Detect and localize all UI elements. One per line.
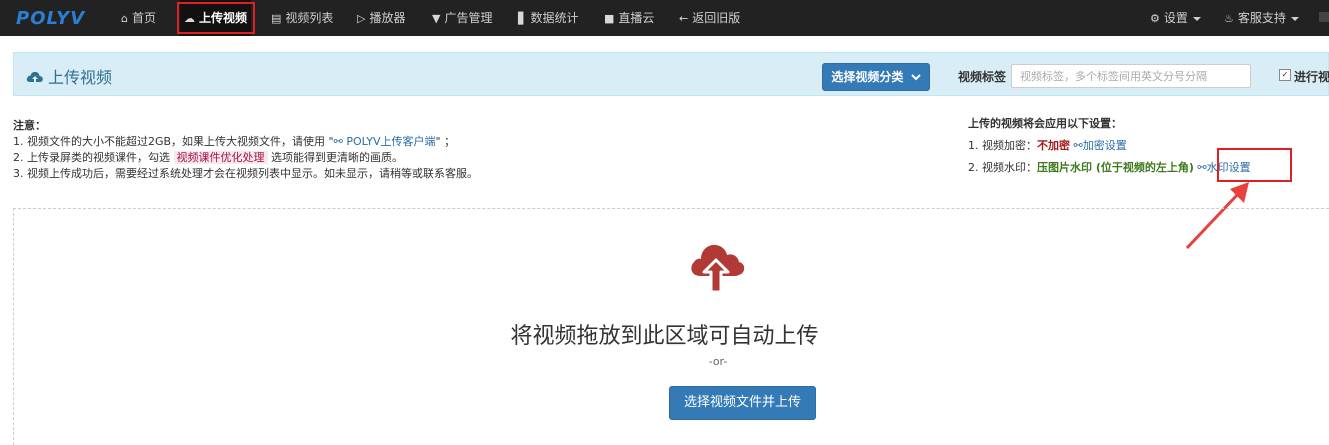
film-icon: ▤ xyxy=(271,12,282,25)
polyv-logo[interactable]: POLYV xyxy=(16,8,85,29)
link-icon: ⚯ xyxy=(333,135,347,148)
watermark-label: 2. 视频水印： xyxy=(968,161,1037,174)
page-title-text: 上传视频 xyxy=(48,68,113,87)
nav-video-list[interactable]: ▤ 视频列表 xyxy=(271,0,333,36)
notes-title: 注意： xyxy=(13,119,46,132)
settings-title: 上传的视频将会应用以下设置： xyxy=(968,117,1122,130)
arrow-left-icon: ← xyxy=(679,12,689,25)
video-tag-input[interactable] xyxy=(1011,64,1251,88)
settings-dropdown[interactable]: ⚙ 设置 xyxy=(1150,0,1201,36)
watermark-link-highlight-box xyxy=(1217,148,1292,182)
cloud-upload-icon xyxy=(691,244,745,294)
encrypt-setting: 1. 视频加密：不加密 ⚯加密设置 xyxy=(968,135,1251,157)
bell-icon: ♨ xyxy=(1224,12,1234,25)
nav-home[interactable]: ⌂ 首页 xyxy=(121,0,156,36)
chevron-down-icon xyxy=(1290,16,1299,21)
nav-statistics[interactable]: ▋ 数据统计 xyxy=(518,0,578,36)
select-file-upload-button[interactable]: 选择视频文件并上传 xyxy=(669,386,816,420)
encrypt-label: 1. 视频加密： xyxy=(968,139,1037,152)
nav-ad-management[interactable]: ▼ 广告管理 xyxy=(432,0,492,36)
note-2-text: 2. 上传录屏类的视频课件，勾选 xyxy=(13,151,170,164)
encrypt-settings-link-text: 加密设置 xyxy=(1082,139,1127,152)
note-line-1: 1. 视频文件的大小不能超过2GB，如果上传大视频文件，请使用 "⚯ POLYV… xyxy=(13,134,478,150)
nav-home-label: 首页 xyxy=(131,11,156,25)
home-icon: ⌂ xyxy=(121,12,128,25)
encrypt-settings-link[interactable]: ⚯加密设置 xyxy=(1074,139,1127,152)
settings-label: 设置 xyxy=(1163,11,1188,25)
upload-notes: 注意： 1. 视频文件的大小不能超过2GB，如果上传大视频文件，请使用 "⚯ P… xyxy=(13,118,478,182)
upload-client-link[interactable]: ⚯ POLYV上传客户端 xyxy=(334,135,436,148)
note-2-tail: 选项能得到更清晰的画质。 xyxy=(271,151,403,164)
nav-player-label: 播放器 xyxy=(369,11,406,25)
watermark-setting: 2. 视频水印：压图片水印 (位于视频的左上角) ⚯水印设置 xyxy=(968,157,1251,179)
nav-video-list-label: 视频列表 xyxy=(285,11,334,25)
upload-panel-header: 上传视频 选择视频分类 视频标签 ✓ 进行视 xyxy=(13,52,1329,96)
video-camera-icon: ■ xyxy=(604,12,615,25)
support-label: 客服支持 xyxy=(1237,11,1286,25)
note-line-2: 2. 上传录屏类的视频课件，勾选 视频课件优化处理 选项能得到更清晰的画质。 xyxy=(13,150,478,166)
dropzone-or: -or- xyxy=(708,355,728,368)
gear-icon: ⚙ xyxy=(1150,12,1160,25)
convert-checkbox[interactable]: ✓ xyxy=(1279,69,1291,81)
encrypt-value: 不加密 xyxy=(1037,139,1070,152)
courseware-optimize-highlight: 视频课件优化处理 xyxy=(173,151,268,164)
user-menu-edge[interactable] xyxy=(1319,12,1329,22)
play-circle-icon: ▷ xyxy=(357,12,366,25)
chevron-down-icon xyxy=(910,74,921,81)
nav-live-cloud[interactable]: ■ 直播云 xyxy=(604,0,654,36)
nav-back-label: 返回旧版 xyxy=(692,11,741,25)
watermark-value: 压图片水印 (位于视频的左上角) xyxy=(1037,161,1194,174)
note-line-3: 3. 视频上传成功后，需要经过系统处理才会在视频列表中显示。如未显示，请稍等或联… xyxy=(13,167,478,180)
nav-ad-label: 广告管理 xyxy=(444,11,493,25)
dropzone-instruction: 将视频拖放到此区域可自动上传 xyxy=(510,324,819,349)
chevron-down-icon xyxy=(1192,16,1201,21)
page-title: 上传视频 xyxy=(26,64,112,88)
top-navbar: POLYV ⌂ 首页 ☁ 上传视频 ▤ 视频列表 ▷ 播放器 ▼ 广告管理 ▋ 数据统计 ■… xyxy=(0,0,1329,36)
select-category-label: 选择视频分类 xyxy=(831,70,904,84)
link-icon: ⚯ xyxy=(1197,161,1207,174)
nav-player[interactable]: ▷ 播放器 xyxy=(357,0,405,36)
applied-settings: 上传的视频将会应用以下设置： 1. 视频加密：不加密 ⚯加密设置 2. 视频水印… xyxy=(968,113,1251,179)
link-icon: ⚯ xyxy=(1073,139,1083,152)
note-1-tail: " ； xyxy=(435,135,456,148)
filter-icon: ▼ xyxy=(432,12,441,25)
cloud-upload-icon xyxy=(26,71,43,84)
select-category-button[interactable]: 选择视频分类 xyxy=(822,63,930,91)
nav-statistics-label: 数据统计 xyxy=(530,11,579,25)
convert-checkbox-label: 进行视 xyxy=(1294,70,1329,84)
support-dropdown[interactable]: ♨ 客服支持 xyxy=(1224,0,1299,36)
bar-chart-icon: ▋ xyxy=(518,12,527,25)
nav-back-old-version[interactable]: ← 返回旧版 xyxy=(679,0,740,36)
upload-client-link-text: POLYV上传客户端 xyxy=(346,135,436,148)
nav-live-label: 直播云 xyxy=(618,11,655,25)
note-1-text: 1. 视频文件的大小不能超过2GB，如果上传大视频文件，请使用 " xyxy=(13,135,334,148)
active-nav-highlight-box xyxy=(177,2,255,34)
video-tag-label: 视频标签 xyxy=(958,70,1007,84)
